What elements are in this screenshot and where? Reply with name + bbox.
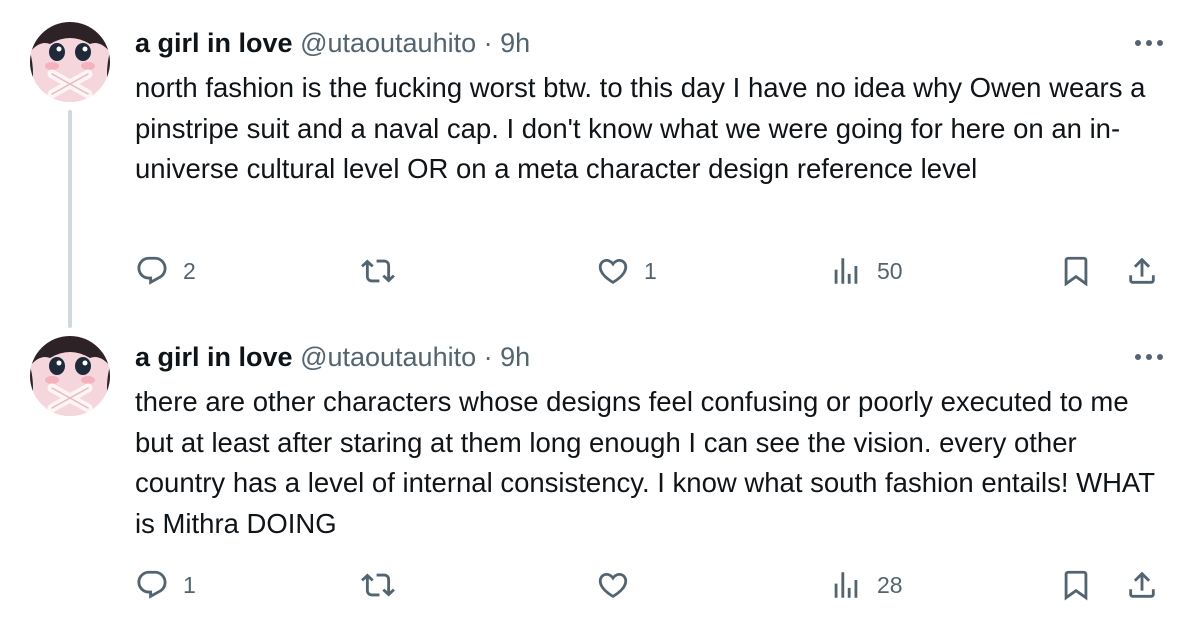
- views-button[interactable]: 50: [829, 250, 903, 292]
- views-button[interactable]: 28: [829, 564, 903, 606]
- tweet-header: a girl in love @utaoutauhito · 9h: [135, 340, 530, 374]
- bookmark-icon: [1064, 570, 1088, 601]
- avatar[interactable]: [30, 336, 110, 416]
- author-name[interactable]: a girl in love: [135, 342, 293, 372]
- share-button[interactable]: [1125, 250, 1159, 292]
- author-handle[interactable]: @utaoutauhito: [300, 342, 476, 372]
- like-count: 1: [644, 257, 657, 284]
- retweet-icon: [361, 259, 395, 283]
- reply-button[interactable]: 2: [135, 250, 196, 292]
- avatar-image: [30, 336, 110, 416]
- reply-button[interactable]: 1: [135, 564, 196, 606]
- author-handle[interactable]: @utaoutauhito: [300, 28, 476, 58]
- tweet-actions: 1 28: [135, 564, 1165, 606]
- bookmark-button[interactable]: [1059, 250, 1093, 292]
- tweet-text: there are other characters whose designs…: [135, 386, 1155, 539]
- author-name[interactable]: a girl in love: [135, 28, 293, 58]
- more-icon: [1135, 354, 1163, 360]
- retweet-icon: [361, 573, 395, 597]
- bookmark-button[interactable]: [1059, 564, 1093, 606]
- views-icon: [834, 258, 858, 284]
- views-icon: [834, 572, 858, 598]
- heart-icon: [598, 572, 628, 598]
- share-button[interactable]: [1125, 564, 1159, 606]
- more-options-button[interactable]: [1131, 28, 1167, 58]
- tweet-text: north fashion is the fucking worst btw. …: [135, 72, 1146, 184]
- more-options-button[interactable]: [1131, 342, 1167, 372]
- bookmark-icon: [1064, 256, 1088, 287]
- tweet[interactable]: a girl in love @utaoutauhito · 9h north …: [0, 0, 1197, 328]
- tweet[interactable]: a girl in love @utaoutauhito · 9h there …: [0, 314, 1197, 628]
- share-icon: [1129, 257, 1155, 284]
- more-icon: [1135, 40, 1163, 46]
- avatar[interactable]: [30, 22, 110, 102]
- tweet-actions: 2 1 50: [135, 250, 1165, 292]
- share-icon: [1129, 571, 1155, 598]
- reply-count: 2: [183, 257, 196, 284]
- reply-icon: [137, 570, 167, 599]
- views-count: 28: [877, 571, 903, 598]
- views-count: 50: [877, 257, 903, 284]
- retweet-button[interactable]: [361, 250, 409, 292]
- thread-connector-line: [68, 110, 72, 328]
- avatar-image: [30, 22, 110, 102]
- like-button[interactable]: [596, 564, 644, 606]
- separator-dot: ·: [483, 28, 493, 58]
- tweet-header: a girl in love @utaoutauhito · 9h: [135, 26, 530, 60]
- like-button[interactable]: 1: [596, 250, 657, 292]
- reply-icon: [137, 256, 167, 285]
- heart-icon: [598, 258, 628, 284]
- timestamp[interactable]: 9h: [500, 28, 530, 58]
- retweet-button[interactable]: [361, 564, 409, 606]
- reply-count: 1: [183, 571, 196, 598]
- timestamp[interactable]: 9h: [500, 342, 530, 372]
- separator-dot: ·: [483, 342, 493, 372]
